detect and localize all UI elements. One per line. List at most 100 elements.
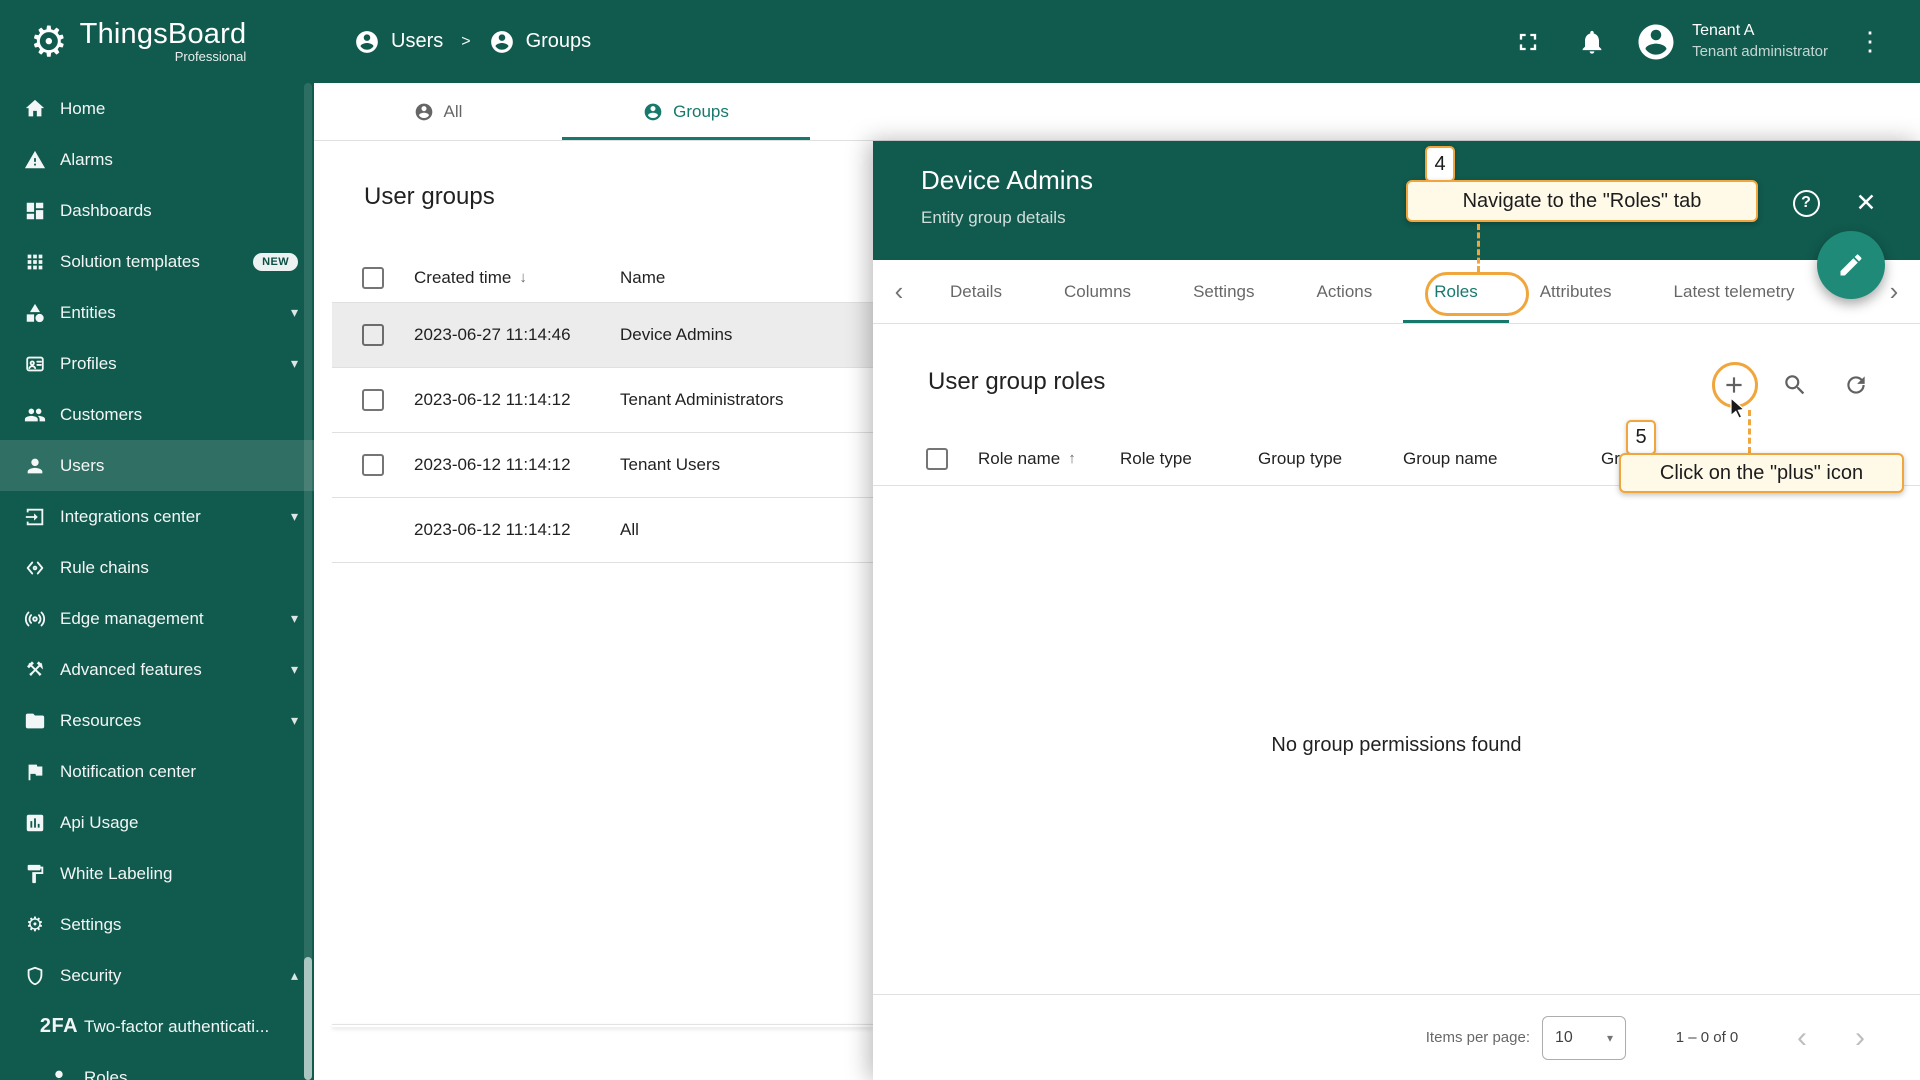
sidebar-item-label: Home xyxy=(60,99,105,119)
select-all-checkbox[interactable] xyxy=(926,448,948,470)
sidebar-item-alarms[interactable]: Alarms xyxy=(0,134,314,185)
user-avatar[interactable] xyxy=(1634,20,1678,64)
edit-fab-button[interactable] xyxy=(1817,231,1885,299)
sidebar-item-label: Solution templates xyxy=(60,252,200,272)
chevron-down-icon: ▾ xyxy=(291,355,298,372)
tab-details[interactable]: Details xyxy=(919,260,1033,323)
sidebar-item-solution-templates[interactable]: Solution templates NEW xyxy=(0,236,314,287)
sidebar-item-settings[interactable]: ⚙ Settings xyxy=(0,899,314,950)
tab-actions[interactable]: Actions xyxy=(1286,260,1404,323)
search-button[interactable] xyxy=(1773,363,1817,407)
chevron-down-icon: ▾ xyxy=(291,304,298,321)
sidebar-item-two-factor-authentication[interactable]: 2FA Two-factor authenticati... xyxy=(0,1001,314,1052)
next-page-button[interactable]: › xyxy=(1840,1018,1880,1058)
sidebar-item-profiles[interactable]: Profiles ▾ xyxy=(0,338,314,389)
sidebar-item-white-labeling[interactable]: White Labeling xyxy=(0,848,314,899)
drawer-body: User group roles Role name ↑ Role type G… xyxy=(873,324,1920,1080)
column-created-time[interactable]: Created time ↓ xyxy=(414,268,527,288)
sidebar-item-resources[interactable]: Resources ▾ xyxy=(0,695,314,746)
sidebar-item-advanced-features[interactable]: ⚒ Advanced features ▾ xyxy=(0,644,314,695)
row-checkbox[interactable] xyxy=(362,454,384,476)
table-row[interactable]: 2023-06-12 11:14:12 All xyxy=(332,498,873,563)
column-group-type[interactable]: Group type xyxy=(1258,449,1342,469)
sidebar-item-entities[interactable]: Entities ▾ xyxy=(0,287,314,338)
sidebar-item-roles[interactable]: Roles xyxy=(0,1052,314,1080)
sidebar-item-api-usage[interactable]: Api Usage xyxy=(0,797,314,848)
brand-name: ThingsBoard xyxy=(80,19,247,49)
empty-state-text: No group permissions found xyxy=(873,734,1920,757)
column-role-type[interactable]: Role type xyxy=(1120,449,1192,469)
sidebar-item-label: Alarms xyxy=(60,150,113,170)
column-group-name[interactable]: Group name xyxy=(1403,449,1498,469)
cell-created-time: 2023-06-12 11:14:12 xyxy=(414,390,571,410)
help-button[interactable]: ? xyxy=(1784,181,1828,225)
add-role-button[interactable] xyxy=(1712,363,1756,407)
tab-columns[interactable]: Columns xyxy=(1033,260,1162,323)
sidebar-item-notification-center[interactable]: Notification center xyxy=(0,746,314,797)
column-group-owner-truncated[interactable]: Gr xyxy=(1601,449,1620,469)
page-size-select[interactable]: 10 ▾ xyxy=(1542,1016,1626,1060)
tenant-info: Tenant A Tenant administrator xyxy=(1692,21,1828,61)
tab-roles[interactable]: Roles xyxy=(1403,260,1508,323)
sidebar-scrollbar-thumb[interactable] xyxy=(304,957,312,1080)
sidebar-item-label: Security xyxy=(60,966,121,986)
customers-icon xyxy=(22,402,48,428)
account-circle-icon xyxy=(1635,21,1677,63)
users-icon xyxy=(22,453,48,479)
sidebar-item-security[interactable]: Security ▴ xyxy=(0,950,314,1001)
groups-icon xyxy=(489,29,515,55)
page-range-label: 1 – 0 of 0 xyxy=(1662,1029,1752,1046)
resources-folder-icon xyxy=(22,708,48,734)
tab-groups[interactable]: Groups xyxy=(562,83,810,140)
tabs-scroll-left-button[interactable]: ‹ xyxy=(879,272,919,312)
sidebar-item-users[interactable]: Users xyxy=(0,440,314,491)
table-row[interactable]: 2023-06-27 11:14:46 Device Admins xyxy=(332,303,873,368)
chevron-left-icon: ‹ xyxy=(895,276,904,307)
sidebar-item-dashboards[interactable]: Dashboards xyxy=(0,185,314,236)
column-name[interactable]: Name xyxy=(620,268,665,288)
all-users-icon xyxy=(414,102,434,122)
column-role-name[interactable]: Role name ↑ xyxy=(978,449,1076,469)
refresh-icon xyxy=(1843,372,1869,398)
refresh-button[interactable] xyxy=(1834,363,1878,407)
plus-icon xyxy=(1721,372,1747,398)
entity-details-drawer: Device Admins Entity group details ? ✕ ‹… xyxy=(873,141,1920,1080)
app-logo[interactable]: ⚙ ThingsBoard Professional xyxy=(0,0,314,83)
table-header-row: Created time ↓ Name xyxy=(332,253,873,303)
table-row[interactable]: 2023-06-12 11:14:12 Tenant Administrator… xyxy=(332,368,873,433)
search-icon xyxy=(1782,372,1808,398)
fullscreen-button[interactable] xyxy=(1506,20,1550,64)
chevron-right-icon: › xyxy=(1890,276,1899,307)
breadcrumb-groups[interactable]: Groups xyxy=(489,29,592,55)
drawer-tabbar: ‹ Details Columns Settings Actions Roles… xyxy=(873,260,1920,324)
tab-label: Groups xyxy=(673,102,729,122)
table-row[interactable]: 2023-06-12 11:14:12 Tenant Users xyxy=(332,433,873,498)
sidebar-item-rule-chains[interactable]: Rule chains xyxy=(0,542,314,593)
sidebar-item-integrations-center[interactable]: Integrations center ▾ xyxy=(0,491,314,542)
previous-page-button[interactable]: ‹ xyxy=(1782,1018,1822,1058)
select-all-checkbox[interactable] xyxy=(362,267,384,289)
alarm-warning-icon xyxy=(22,147,48,173)
close-button[interactable]: ✕ xyxy=(1844,181,1888,225)
sidebar-item-label: Integrations center xyxy=(60,507,201,527)
edge-management-icon xyxy=(22,606,48,632)
row-checkbox[interactable] xyxy=(362,389,384,411)
entities-icon xyxy=(22,300,48,326)
roles-table-header: Role name ↑ Role type Group type Group n… xyxy=(873,432,1920,486)
tab-settings[interactable]: Settings xyxy=(1162,260,1285,323)
tenant-role: Tenant administrator xyxy=(1692,42,1828,62)
solution-templates-icon xyxy=(22,249,48,275)
sidebar-item-edge-management[interactable]: Edge management ▾ xyxy=(0,593,314,644)
rule-chains-icon xyxy=(22,555,48,581)
tab-all[interactable]: All xyxy=(314,83,562,140)
items-per-page-label: Items per page: xyxy=(1426,1029,1530,1046)
tab-attributes[interactable]: Attributes xyxy=(1509,260,1643,323)
sidebar-item-customers[interactable]: Customers xyxy=(0,389,314,440)
chevron-left-icon: ‹ xyxy=(1797,1021,1807,1055)
row-checkbox[interactable] xyxy=(362,324,384,346)
more-menu-button[interactable]: ⋮ xyxy=(1848,20,1892,64)
notifications-button[interactable] xyxy=(1570,20,1614,64)
sidebar-item-home[interactable]: Home xyxy=(0,83,314,134)
tab-latest-telemetry[interactable]: Latest telemetry xyxy=(1643,260,1826,323)
breadcrumb-users[interactable]: Users xyxy=(354,29,443,55)
